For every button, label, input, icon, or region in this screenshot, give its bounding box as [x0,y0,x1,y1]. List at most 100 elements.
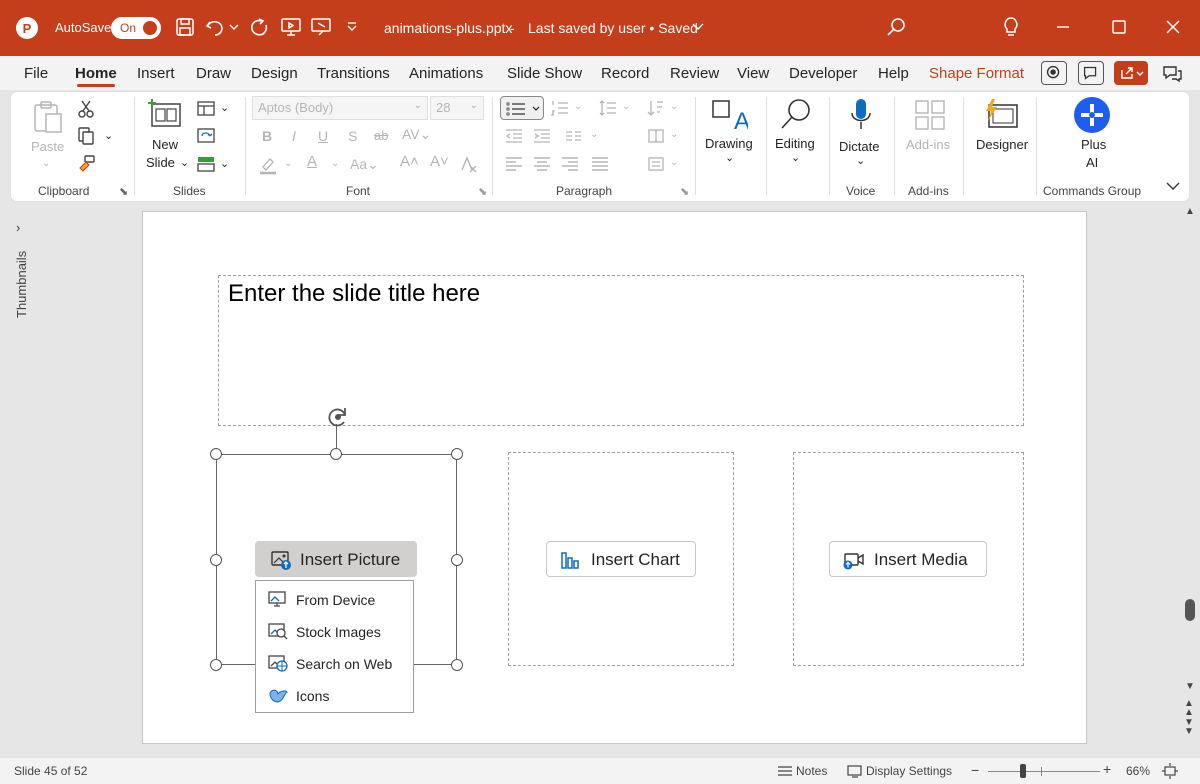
close-icon[interactable] [1160,14,1186,40]
new-slide-label-1[interactable]: New [152,137,178,153]
tab-slide-show[interactable]: Slide Show [507,65,582,82]
align-center-icon[interactable] [532,154,552,174]
next-slide-icon[interactable]: ▼ ▼ [1184,718,1194,737]
tab-shape-format[interactable]: Shape Format [929,65,1024,82]
layout-chevron-icon[interactable]: ⌄ [220,100,229,116]
previous-slide-icon[interactable]: ▲ ▲ [1184,699,1194,718]
numbering-icon[interactable] [550,98,570,118]
fit-slide-icon[interactable] [1161,762,1179,780]
scroll-down-icon[interactable]: ▼ [1185,681,1195,692]
drawing-chevron-icon[interactable]: ⌄ [725,150,734,166]
plus-ai-logo-icon[interactable] [1074,97,1110,133]
text-direction-chevron-icon[interactable]: ⌄ [670,127,678,143]
resize-handle-right[interactable] [451,554,463,566]
ribbon-collapse-chevron-icon[interactable] [1164,178,1182,194]
copy-chevron-icon[interactable]: ⌄ [104,128,113,144]
new-slide-label-2[interactable]: Slide [146,155,175,171]
minimize-icon[interactable] [1050,14,1076,40]
add-ins-icon[interactable] [914,99,946,131]
paste-icon[interactable] [32,100,64,134]
layout-icon[interactable] [196,99,216,119]
change-case-icon[interactable]: Aa⌄ [350,156,379,172]
dictate-chevron-icon[interactable]: ⌄ [856,153,865,169]
lightbulb-icon[interactable] [998,14,1024,40]
plus-ai-label-1[interactable]: Plus [1081,137,1106,153]
customize-toolbar-icon[interactable] [344,14,360,40]
font-name-combo[interactable]: Aptos (Body) ⌄ [252,96,428,120]
bullets-button[interactable] [500,96,544,120]
sort-chevron-icon[interactable]: ⌄ [670,99,678,115]
tab-draw[interactable]: Draw [196,65,231,82]
tab-file[interactable]: File [24,65,48,82]
zoom-out-icon[interactable]: − [971,762,979,778]
autosave-toggle[interactable]: On [111,17,161,39]
scroll-up-icon[interactable]: ▲ [1185,206,1195,217]
resize-handle-left[interactable] [210,554,222,566]
align-left-icon[interactable] [504,154,524,174]
font-color-icon[interactable]: A [307,154,317,170]
resize-handle-bottom-left[interactable] [210,659,222,671]
menu-item-icons[interactable]: Icons [256,679,413,711]
present-from-start-icon[interactable] [308,14,334,40]
text-direction-icon[interactable] [646,126,666,146]
resize-handle-bottom-right[interactable] [451,659,463,671]
notes-icon[interactable] [776,763,794,779]
editing-chevron-icon[interactable]: ⌄ [791,150,800,166]
new-slide-icon[interactable] [148,98,184,130]
line-spacing-chevron-icon[interactable]: ⌄ [622,99,630,115]
tab-design[interactable]: Design [251,65,298,82]
redo-icon[interactable] [246,14,272,40]
drawing-icon[interactable]: A [710,97,750,135]
align-text-icon[interactable] [646,154,666,174]
tab-developer[interactable]: Developer [789,65,857,82]
zoom-slider-track[interactable] [988,771,1100,772]
resize-handle-top-right[interactable] [451,448,463,460]
increase-font-icon[interactable]: A˄ [400,154,419,170]
zoom-level[interactable]: 66% [1126,764,1150,778]
section-icon[interactable] [196,154,216,174]
italic-icon[interactable]: I [292,128,296,144]
insert-chart-button[interactable]: Insert Chart [546,541,696,577]
display-settings-button[interactable]: Display Settings [866,764,952,778]
line-spacing-icon[interactable] [598,98,618,118]
tab-review[interactable]: Review [670,65,719,82]
microphone-icon[interactable] [848,97,874,133]
font-color-chevron-icon[interactable]: ⌄ [331,156,339,172]
menu-item-search-on-web[interactable]: Search on Web [256,647,413,679]
shadow-icon[interactable]: S [348,128,357,144]
highlight-chevron-icon[interactable]: ⌄ [284,156,292,172]
tab-record[interactable]: Record [601,65,649,82]
save-icon[interactable] [172,14,198,40]
present-icon[interactable] [278,14,304,40]
clear-formatting-icon[interactable] [458,154,478,174]
menu-item-from-device[interactable]: From Device [256,583,413,615]
scroll-thumb[interactable] [1185,599,1195,621]
resize-handle-top[interactable] [330,448,342,460]
underline-icon[interactable]: U [318,128,328,144]
decrease-indent-icon[interactable] [504,126,524,146]
editing-search-icon[interactable] [778,97,814,131]
zoom-in-icon[interactable]: + [1103,761,1111,777]
paste-chevron-icon[interactable]: ⌄ [42,156,50,172]
add-ins-button-label[interactable]: Add-ins [906,137,950,153]
numbering-chevron-icon[interactable]: ⌄ [574,99,582,115]
record-icon[interactable] [1041,61,1067,85]
maximize-icon[interactable] [1106,14,1132,40]
decrease-font-icon[interactable]: A˅ [430,154,449,170]
tab-view[interactable]: View [737,65,769,82]
designer-button-label[interactable]: Designer [976,137,1028,153]
tab-home[interactable]: Home [75,65,117,82]
comments-icon[interactable] [1078,61,1104,85]
columns-icon[interactable] [564,126,584,146]
designer-icon[interactable] [982,97,1020,131]
copy-icon[interactable] [76,126,96,146]
paste-button-label[interactable]: Paste [31,139,64,155]
reset-slide-icon[interactable] [196,126,216,146]
sort-icon[interactable] [646,98,666,118]
tab-transitions[interactable]: Transitions [317,65,390,82]
save-status-chevron-icon[interactable] [690,14,706,40]
justify-icon[interactable] [590,154,610,174]
section-chevron-icon[interactable]: ⌄ [220,156,229,172]
rotate-handle-icon[interactable] [324,403,352,431]
undo-icon[interactable] [202,14,228,40]
